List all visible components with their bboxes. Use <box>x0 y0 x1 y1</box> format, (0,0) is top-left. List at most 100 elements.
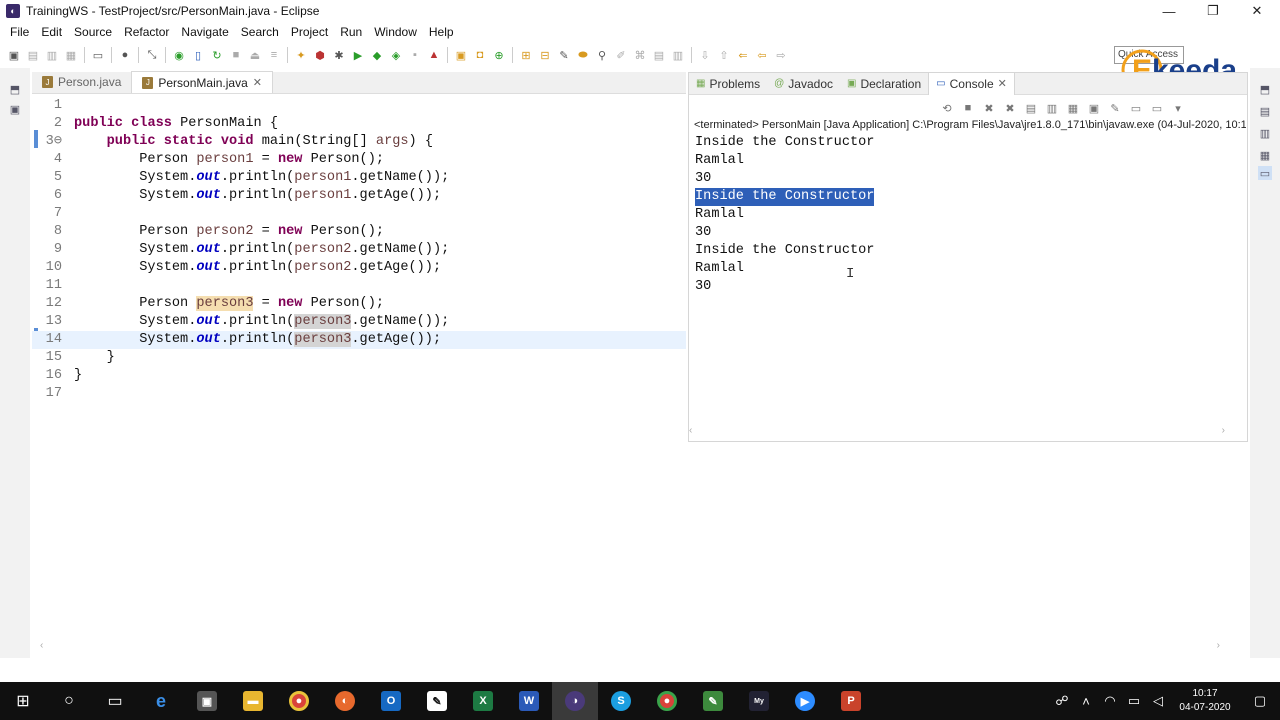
restore-button[interactable]: ❐ <box>1190 0 1236 22</box>
code-line[interactable]: 11 <box>32 277 686 295</box>
next-annotation-icon[interactable]: ⇩ <box>697 47 713 63</box>
menu-file[interactable]: File <box>4 25 35 39</box>
clock[interactable]: 10:17 04-07-2020 <box>1170 687 1240 715</box>
breakpoint-view-icon[interactable]: ▯ <box>190 47 206 63</box>
tab-javadoc[interactable]: @ Javadoc <box>767 73 840 95</box>
code-line[interactable]: 9 System.out.println(person2.getName()); <box>32 241 686 259</box>
code-line[interactable]: 4 Person person1 = new Person(); <box>32 151 686 169</box>
word-icon[interactable]: W <box>506 682 552 720</box>
show-stderr-icon[interactable]: ✎ <box>1107 100 1123 116</box>
restore-view-icon[interactable]: ⬒ <box>8 82 22 96</box>
menu-refactor[interactable]: Refactor <box>118 25 175 39</box>
prev-annotation-icon[interactable]: ⇧ <box>716 47 732 63</box>
menu-project[interactable]: Project <box>285 25 334 39</box>
annotation-icon[interactable]: ⬬ <box>575 47 591 63</box>
last-edit-icon[interactable]: ⇐ <box>735 47 751 63</box>
store-icon[interactable]: ▣ <box>184 682 230 720</box>
edge-icon[interactable]: e <box>138 682 184 720</box>
chrome-icon[interactable]: ● <box>644 682 690 720</box>
notepad-icon[interactable]: ✎ <box>414 682 460 720</box>
close-tab-icon[interactable]: ✕ <box>998 77 1007 90</box>
editor-app-icon[interactable]: ✎ <box>690 682 736 720</box>
open-type-icon[interactable]: ✦ <box>293 47 309 63</box>
build-icon[interactable]: ● <box>117 47 133 63</box>
tab-console[interactable]: ▭ Console ✕ <box>928 72 1015 95</box>
code-line[interactable]: 6 System.out.println(person1.getAge()); <box>32 187 686 205</box>
coverage-icon[interactable]: ◆ <box>369 47 385 63</box>
tab-person-java[interactable]: J Person.java <box>32 71 131 93</box>
code-editor[interactable]: 1 2 public class PersonMain { 3⊖ public s… <box>32 94 686 642</box>
tab-personmain-java[interactable]: J PersonMain.java ✕ <box>131 71 273 93</box>
tab-problems[interactable]: ▦ Problems <box>689 73 767 95</box>
code-line[interactable]: 10 System.out.println(person2.getAge()); <box>32 259 686 277</box>
word-wrap-icon[interactable]: ▦ <box>1065 100 1081 116</box>
step-icon[interactable]: ≡ <box>266 47 282 63</box>
refresh-icon[interactable]: ↻ <box>209 47 225 63</box>
new-package-icon[interactable]: ◘ <box>472 47 488 63</box>
tab-declaration[interactable]: ▣ Declaration <box>840 73 928 95</box>
back-icon[interactable]: ⇦ <box>754 47 770 63</box>
task-list-icon[interactable]: ▥ <box>1258 126 1272 140</box>
code-line[interactable]: 12 Person person3 = new Person(); <box>32 295 686 313</box>
windows-start-icon[interactable]: ⊞ <box>0 682 46 720</box>
outlook-icon[interactable]: O <box>368 682 414 720</box>
file-explorer-icon[interactable]: ▬ <box>230 682 276 720</box>
menu-window[interactable]: Window <box>368 25 423 39</box>
code-line[interactable]: 5 System.out.println(person1.getName()); <box>32 169 686 187</box>
chrome-icon[interactable]: ● <box>276 682 322 720</box>
format-icon[interactable]: ⌘ <box>632 47 648 63</box>
debug-toggle-icon[interactable]: ◉ <box>171 47 187 63</box>
skip-breakpoints-icon[interactable]: ⤡ <box>144 47 160 63</box>
menu-navigate[interactable]: Navigate <box>175 25 234 39</box>
pin-console-icon[interactable]: ⟲ <box>939 100 955 116</box>
open-task-icon[interactable]: ⊟ <box>537 47 553 63</box>
outline-icon[interactable]: ▤ <box>1258 104 1272 118</box>
remove-launch-icon[interactable]: ✖ <box>981 100 997 116</box>
code-line[interactable]: 16} <box>32 367 686 385</box>
chevron-up-icon[interactable]: ˄ <box>1074 694 1098 709</box>
external-tools-icon[interactable]: ▲ <box>426 47 442 63</box>
menu-help[interactable]: Help <box>423 25 460 39</box>
eclipse-taskbar-icon[interactable]: ◑ <box>552 682 598 720</box>
package-explorer-icon[interactable]: ▣ <box>8 102 22 116</box>
clear-console-icon[interactable]: ▤ <box>1023 100 1039 116</box>
close-tab-icon[interactable]: ✕ <box>253 76 262 89</box>
powerpoint-icon[interactable]: P <box>828 682 874 720</box>
package-icon[interactable]: ⬢ <box>312 47 328 63</box>
remove-all-icon[interactable]: ✖ <box>1002 100 1018 116</box>
save-all-icon[interactable]: ▥ <box>44 47 60 63</box>
wifi-icon[interactable]: ◠ <box>1098 693 1122 709</box>
scroll-lock-icon[interactable]: ▥ <box>1044 100 1060 116</box>
toggle-mark-icon[interactable]: ✐ <box>613 47 629 63</box>
pin-icon[interactable]: ⚲ <box>594 47 610 63</box>
skype-icon[interactable]: S <box>598 682 644 720</box>
menu-edit[interactable]: Edit <box>35 25 68 39</box>
code-line[interactable]: 8 Person person2 = new Person(); <box>32 223 686 241</box>
display-console-icon[interactable]: ▭ <box>1128 100 1144 116</box>
search-tool-icon[interactable]: ✎ <box>556 47 572 63</box>
close-window-button[interactable]: ✕ <box>1234 0 1280 22</box>
stop-icon[interactable]: ■ <box>228 47 244 63</box>
view-menu-icon[interactable]: ▾ <box>1170 100 1186 116</box>
terminate-icon[interactable]: ■ <box>960 100 976 116</box>
search-icon[interactable]: ○ <box>46 682 92 720</box>
code-line[interactable]: 2 public class PersonMain { <box>32 115 686 133</box>
open-folder-icon[interactable]: ⊞ <box>518 47 534 63</box>
battery-icon[interactable]: ▭ <box>1122 693 1146 709</box>
code-line[interactable]: 13 System.out.println(person3.getName())… <box>32 313 686 331</box>
volume-icon[interactable]: ◁ <box>1146 693 1170 709</box>
save-icon[interactable]: ▤ <box>25 47 41 63</box>
code-line[interactable]: 17 <box>32 385 686 403</box>
people-icon[interactable]: ☍ <box>1050 693 1074 709</box>
run-external-icon[interactable]: ◈ <box>388 47 404 63</box>
terminal-icon[interactable]: ▭ <box>90 47 106 63</box>
new-class-icon[interactable]: ⊕ <box>491 47 507 63</box>
forward-icon[interactable]: ⇨ <box>773 47 789 63</box>
notifications-icon[interactable]: ▢ <box>1240 693 1280 709</box>
menu-source[interactable]: Source <box>68 25 118 39</box>
problems-icon[interactable]: ▦ <box>1258 148 1272 162</box>
minimize-button[interactable]: — <box>1146 0 1192 22</box>
code-line[interactable]: 15 } <box>32 349 686 367</box>
menu-search[interactable]: Search <box>235 25 285 39</box>
console-horizontal-scrollbar[interactable]: ‹ › <box>689 425 1247 439</box>
